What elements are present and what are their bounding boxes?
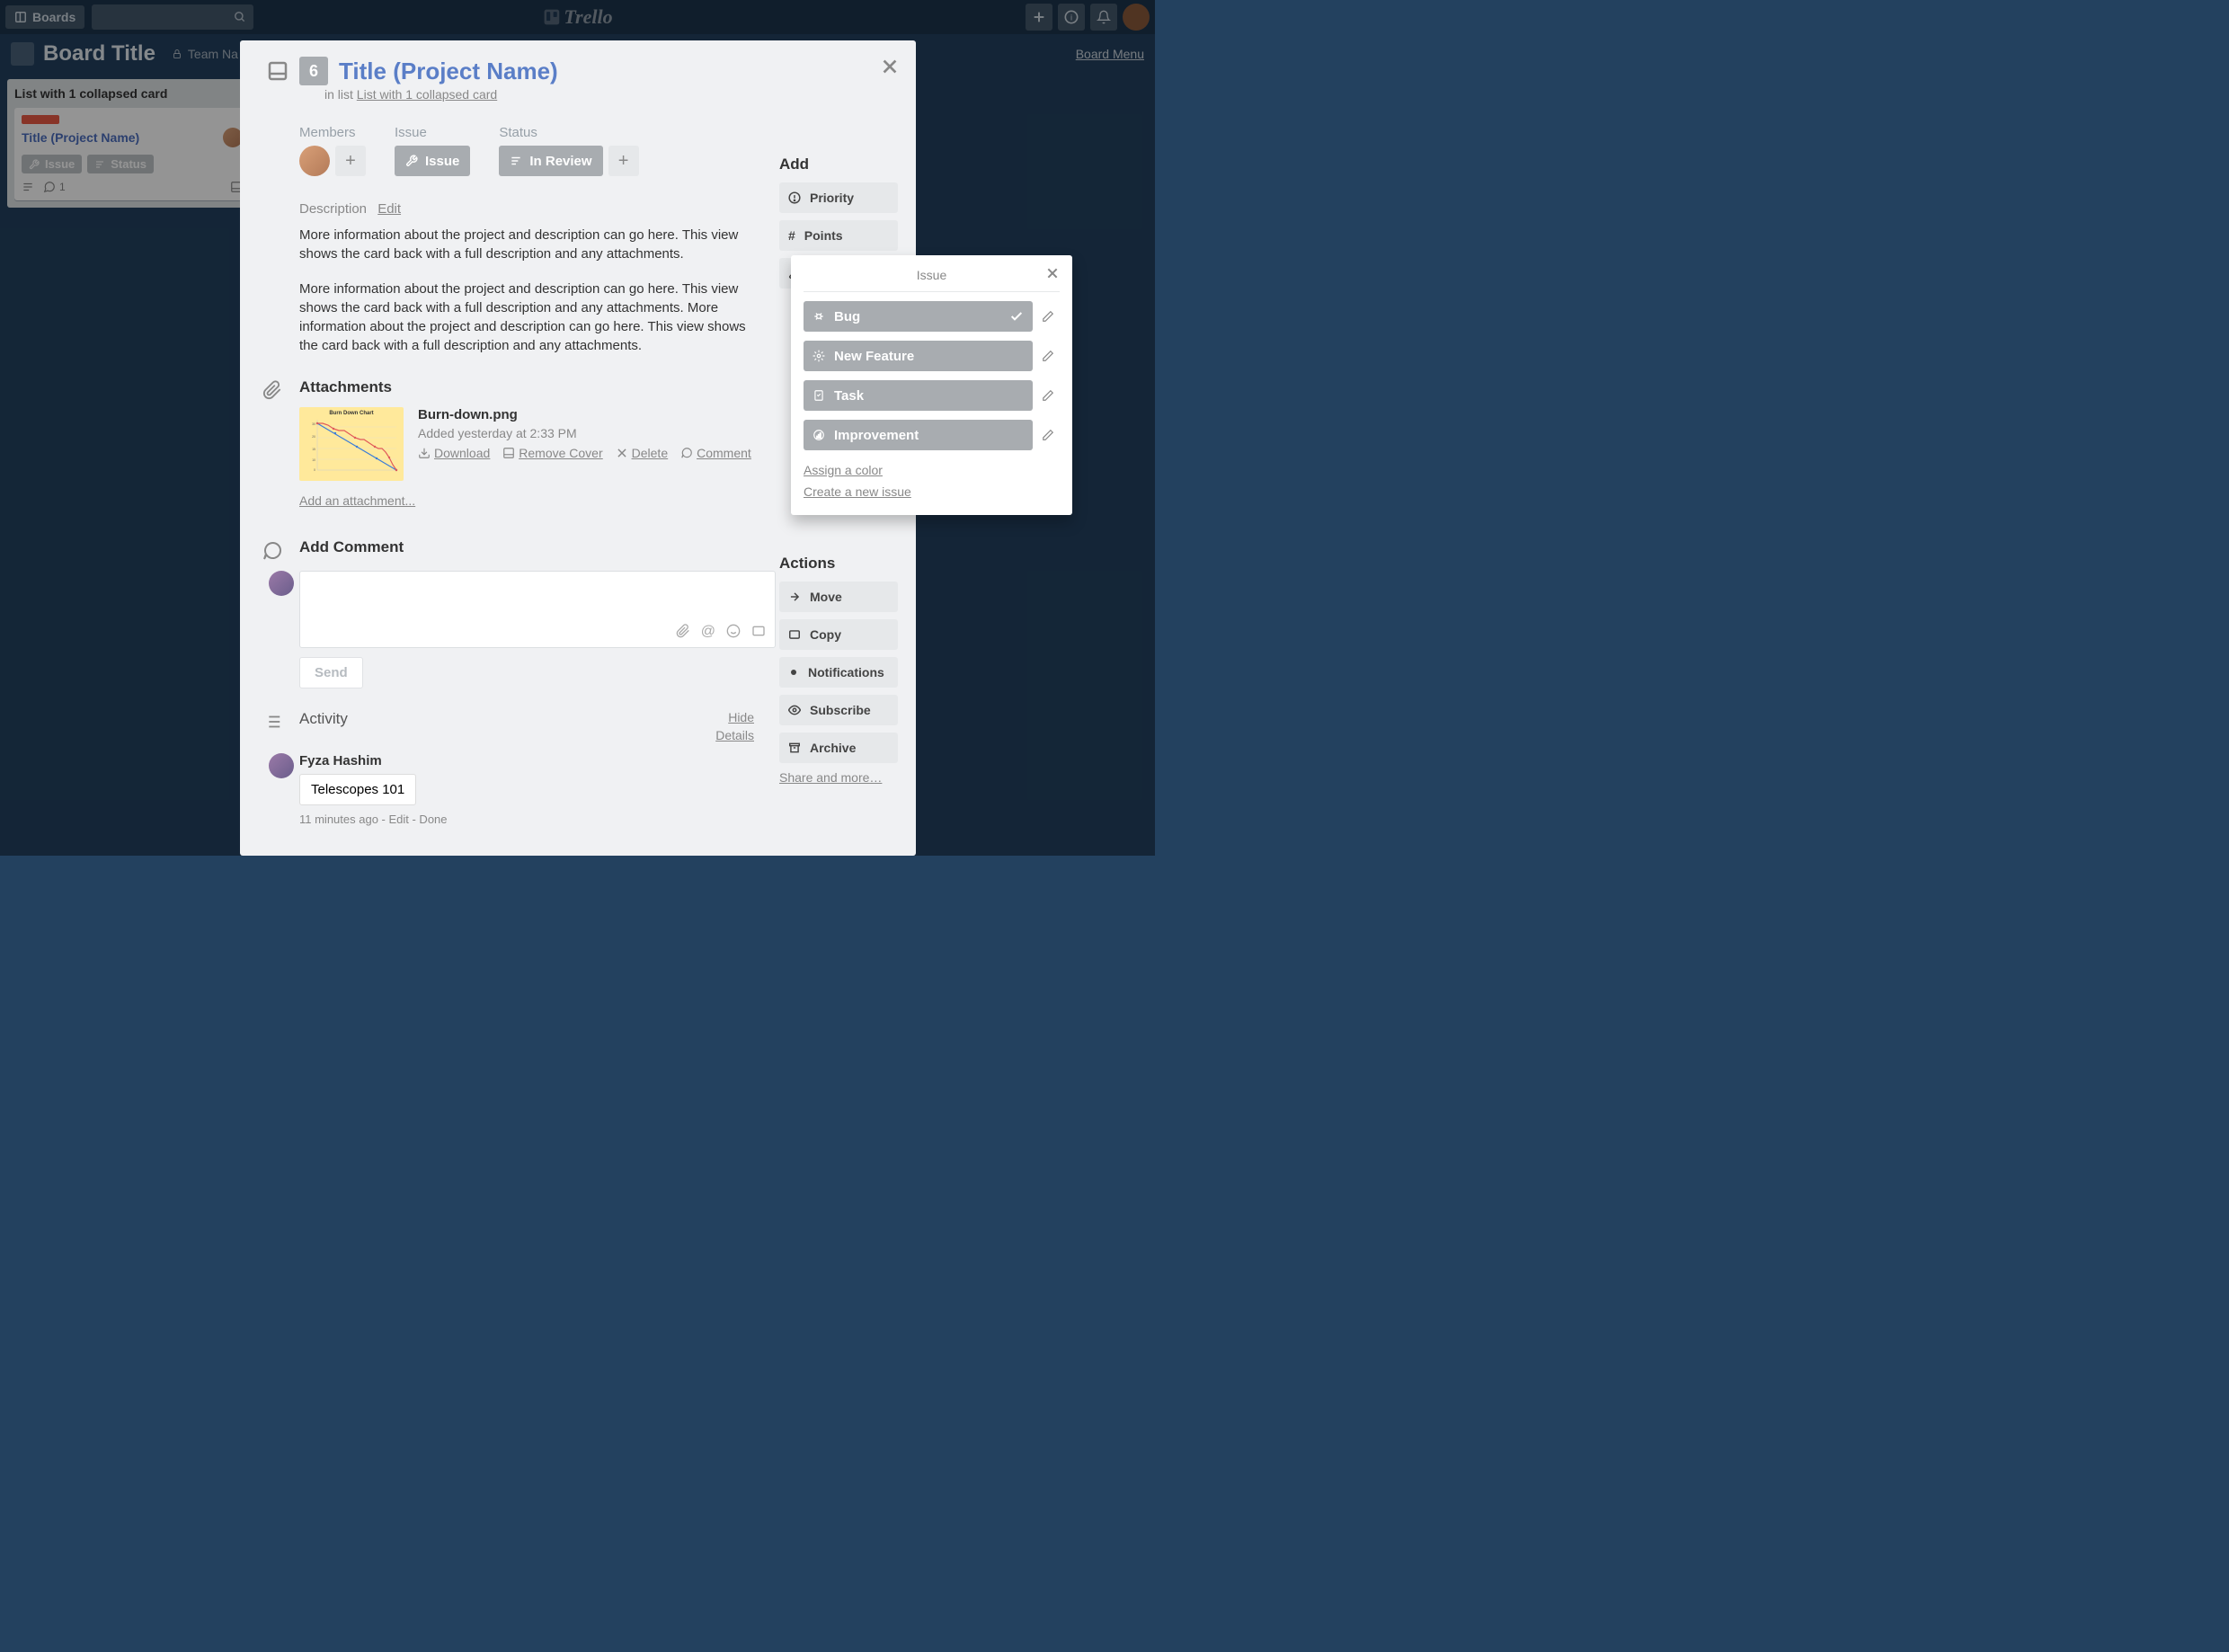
- card-number: 6: [299, 57, 328, 85]
- issue-pill[interactable]: Issue: [395, 146, 470, 176]
- status-label: Status: [499, 125, 638, 140]
- activity-comment-chip: Telescopes 101: [299, 774, 416, 805]
- edit-task-button[interactable]: [1042, 389, 1060, 402]
- emoji-icon[interactable]: [726, 624, 741, 638]
- share-more-link[interactable]: Share and more…: [779, 770, 898, 785]
- close-button[interactable]: [880, 57, 900, 76]
- send-button[interactable]: Send: [299, 657, 363, 688]
- attachment-name: Burn-down.png: [418, 407, 751, 422]
- popover-title: Issue: [917, 268, 946, 282]
- card-title[interactable]: Title (Project Name): [339, 59, 558, 83]
- remove-cover-link[interactable]: Remove Cover: [502, 446, 602, 460]
- description-body[interactable]: More information about the project and d…: [299, 226, 767, 355]
- card-icon[interactable]: [751, 624, 766, 638]
- issue-label: Issue: [395, 125, 470, 140]
- svg-text:15: 15: [312, 448, 315, 451]
- issue-popover: Issue Bug New Feature Task Improvement: [791, 255, 1072, 515]
- hide-link[interactable]: Hide: [715, 710, 754, 724]
- download-link[interactable]: Download: [418, 446, 490, 460]
- comment-icon: [258, 538, 287, 562]
- comment-link[interactable]: Comment: [680, 446, 751, 460]
- mention-icon[interactable]: @: [701, 624, 715, 640]
- card-icon: [267, 60, 289, 82]
- card-list-location: in list List with 1 collapsed card: [324, 85, 898, 102]
- activity-time: 11 minutes ago - Edit - Done: [299, 813, 898, 826]
- attachment-meta: Added yesterday at 2:33 PM: [418, 426, 751, 440]
- subscribe-button[interactable]: Subscribe: [779, 695, 898, 725]
- actions-section-label: Actions: [779, 555, 898, 573]
- edit-description-link[interactable]: Edit: [377, 201, 401, 217]
- description-label: Description: [299, 201, 367, 217]
- members-label: Members: [299, 125, 366, 140]
- current-user-avatar: [269, 571, 294, 596]
- issue-option-bug[interactable]: Bug: [804, 301, 1033, 332]
- issue-option-improvement[interactable]: Improvement: [804, 420, 1033, 450]
- edit-bug-button[interactable]: [1042, 310, 1060, 323]
- add-points-button[interactable]: # Points: [779, 220, 898, 251]
- status-pill[interactable]: In Review: [499, 146, 602, 176]
- svg-text:20: 20: [312, 435, 315, 439]
- assign-color-link[interactable]: Assign a color: [804, 463, 1060, 477]
- activity-label: Activity: [299, 710, 348, 732]
- archive-button[interactable]: Archive: [779, 733, 898, 763]
- add-comment-label: Add Comment: [299, 538, 404, 562]
- copy-button[interactable]: Copy: [779, 619, 898, 650]
- popover-close-button[interactable]: [1045, 266, 1060, 280]
- add-status-button[interactable]: +: [608, 146, 639, 176]
- comment-input[interactable]: @: [299, 571, 776, 648]
- delete-link[interactable]: Delete: [616, 446, 668, 460]
- member-avatar[interactable]: [299, 146, 330, 176]
- edit-new-feature-button[interactable]: [1042, 350, 1060, 362]
- activity-icon: [258, 710, 287, 732]
- details-link[interactable]: Details: [715, 728, 754, 742]
- issue-option-new-feature[interactable]: New Feature: [804, 341, 1033, 371]
- add-section-label: Add: [779, 155, 898, 173]
- activity-avatar: [269, 753, 294, 778]
- notifications-button[interactable]: Notifications: [779, 657, 898, 688]
- move-button[interactable]: Move: [779, 582, 898, 612]
- add-priority-button[interactable]: Priority: [779, 182, 898, 213]
- attachment-thumbnail: Burn Down Chart 302015100: [299, 407, 404, 481]
- svg-text:0: 0: [314, 468, 315, 472]
- check-icon: [1009, 309, 1024, 324]
- create-new-issue-link[interactable]: Create a new issue: [804, 484, 1060, 499]
- attach-icon[interactable]: [676, 624, 690, 638]
- edit-improvement-button[interactable]: [1042, 429, 1060, 441]
- svg-text:30: 30: [312, 422, 315, 426]
- add-member-button[interactable]: +: [335, 146, 366, 176]
- svg-text:10: 10: [312, 458, 315, 462]
- issue-option-task[interactable]: Task: [804, 380, 1033, 411]
- attachments-icon: [258, 378, 287, 481]
